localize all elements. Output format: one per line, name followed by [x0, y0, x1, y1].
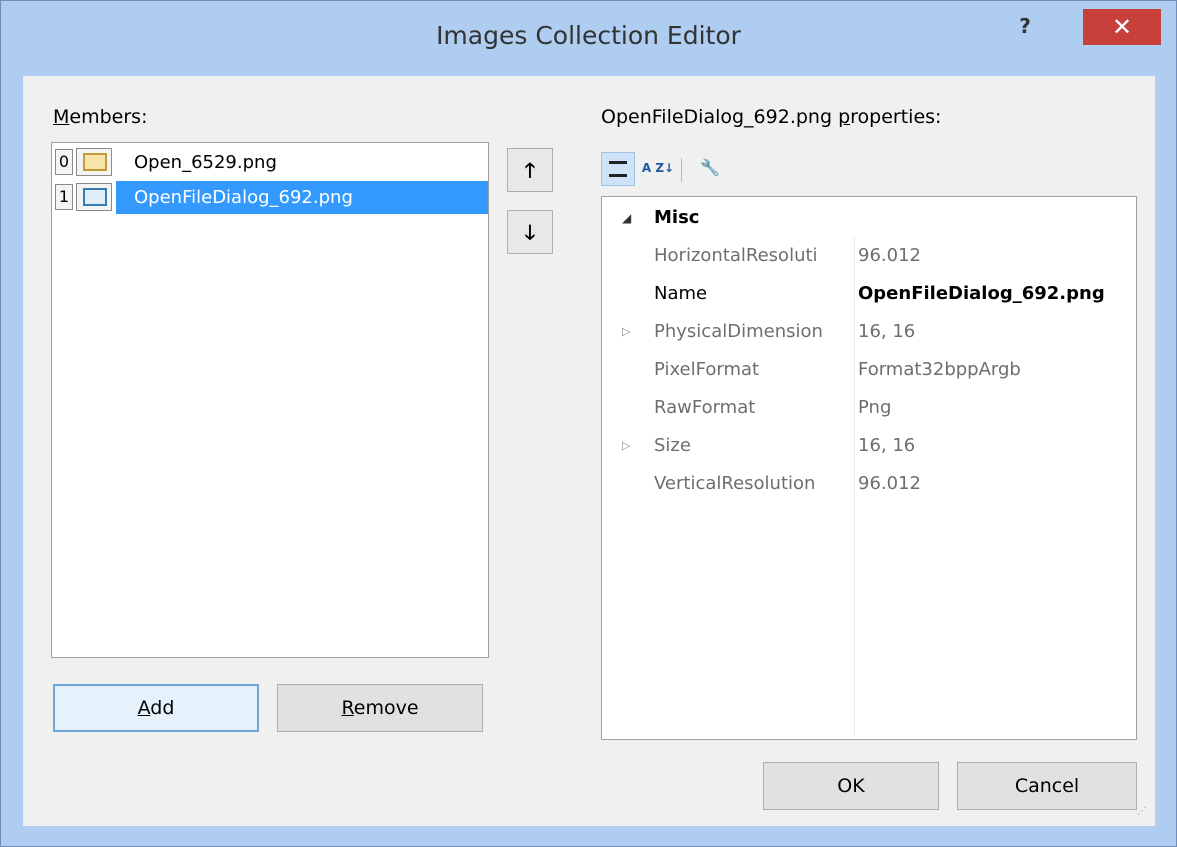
move-up-button[interactable]: 🡑 — [507, 148, 553, 192]
toolbar-separator — [681, 158, 682, 182]
dialog-image-icon — [76, 183, 112, 211]
arrow-down-icon: 🡓 — [524, 220, 536, 244]
property-name: Size — [654, 435, 691, 456]
property-row-horizontalresolution[interactable]: HorizontalResoluti 96.012 — [602, 237, 1136, 275]
property-value: 16, 16 — [858, 321, 916, 342]
members-label-accel: M — [53, 106, 70, 128]
member-name: OpenFileDialog_692.png — [134, 187, 353, 208]
add-button[interactable]: Add — [53, 684, 259, 732]
member-index: 1 — [55, 184, 73, 210]
category-row-misc[interactable]: ◢ Misc — [602, 199, 1136, 237]
cancel-button[interactable]: Cancel — [957, 762, 1137, 810]
property-row-physicaldimension[interactable]: ▷ PhysicalDimension 16, 16 — [602, 313, 1136, 351]
property-grid[interactable]: ◢ Misc HorizontalResoluti 96.012 Name Op… — [601, 196, 1137, 740]
images-collection-editor-window: Images Collection Editor ? ✕ Members: 0 … — [0, 0, 1177, 847]
members-list[interactable]: 0 Open_6529.png 1 OpenFileDialog_692.png — [51, 142, 489, 658]
property-value: 96.012 — [858, 245, 921, 266]
collapse-icon[interactable]: ◢ — [622, 199, 631, 237]
remove-accel: R — [341, 697, 354, 719]
member-name: Open_6529.png — [134, 152, 277, 173]
property-name: HorizontalResoluti — [654, 245, 818, 266]
properties-label-prefix: OpenFileDialog_692.png — [601, 106, 839, 128]
property-value: Format32bppArgb — [858, 359, 1021, 380]
property-name: RawFormat — [654, 397, 756, 418]
add-accel: A — [137, 697, 151, 719]
property-value: 96.012 — [858, 473, 921, 494]
alphabetical-icon[interactable]: A Z↓ — [641, 152, 675, 186]
properties-label: OpenFileDialog_692.png properties: — [601, 106, 941, 128]
title-bar[interactable]: Images Collection Editor ? ✕ — [1, 1, 1176, 76]
remove-button[interactable]: Remove — [277, 684, 483, 732]
folder-image-icon — [76, 148, 112, 176]
property-value: Png — [858, 397, 892, 418]
property-row-size[interactable]: ▷ Size 16, 16 — [602, 427, 1136, 465]
members-label-text: embers: — [69, 106, 148, 128]
property-name: VerticalResolution — [654, 473, 816, 494]
property-row-name[interactable]: Name OpenFileDialog_692.png — [602, 275, 1136, 313]
property-grid-toolbar: A Z↓ 🔧 — [601, 152, 765, 190]
property-value[interactable]: OpenFileDialog_692.png — [858, 275, 1134, 313]
members-label: Members: — [53, 106, 147, 128]
dialog-client-area: Members: 0 Open_6529.png 1 OpenFileDialo… — [23, 76, 1155, 826]
move-down-button[interactable]: 🡓 — [507, 210, 553, 254]
property-row-pixelformat[interactable]: PixelFormat Format32bppArgb — [602, 351, 1136, 389]
window-title: Images Collection Editor — [436, 21, 741, 50]
arrow-up-icon: 🡑 — [524, 158, 536, 182]
property-name: PhysicalDimension — [654, 321, 823, 342]
properties-label-accel: p — [838, 106, 851, 128]
member-item-open-6529[interactable]: 0 Open_6529.png — [54, 146, 486, 179]
ok-button[interactable]: OK — [763, 762, 939, 810]
category-name: Misc — [654, 207, 700, 228]
property-row-rawformat[interactable]: RawFormat Png — [602, 389, 1136, 427]
property-value: 16, 16 — [858, 435, 916, 456]
help-button[interactable]: ? — [1001, 9, 1049, 49]
wrench-icon[interactable]: 🔧 — [693, 152, 727, 186]
expand-icon[interactable]: ▷ — [622, 313, 630, 351]
categorized-icon[interactable] — [601, 152, 635, 186]
property-name: Name — [654, 283, 708, 304]
expand-icon[interactable]: ▷ — [622, 427, 630, 465]
member-index: 0 — [55, 149, 73, 175]
member-item-openfiledialog-692[interactable]: 1 OpenFileDialog_692.png — [54, 181, 488, 214]
remove-label: emove — [353, 697, 419, 719]
close-button[interactable]: ✕ — [1083, 9, 1161, 45]
properties-label-text: roperties: — [850, 106, 942, 128]
add-label: dd — [150, 697, 175, 719]
property-row-verticalresolution[interactable]: VerticalResolution 96.012 — [602, 465, 1136, 503]
resize-grip-icon[interactable]: ⋰ — [1137, 806, 1153, 822]
property-name: PixelFormat — [654, 359, 760, 380]
